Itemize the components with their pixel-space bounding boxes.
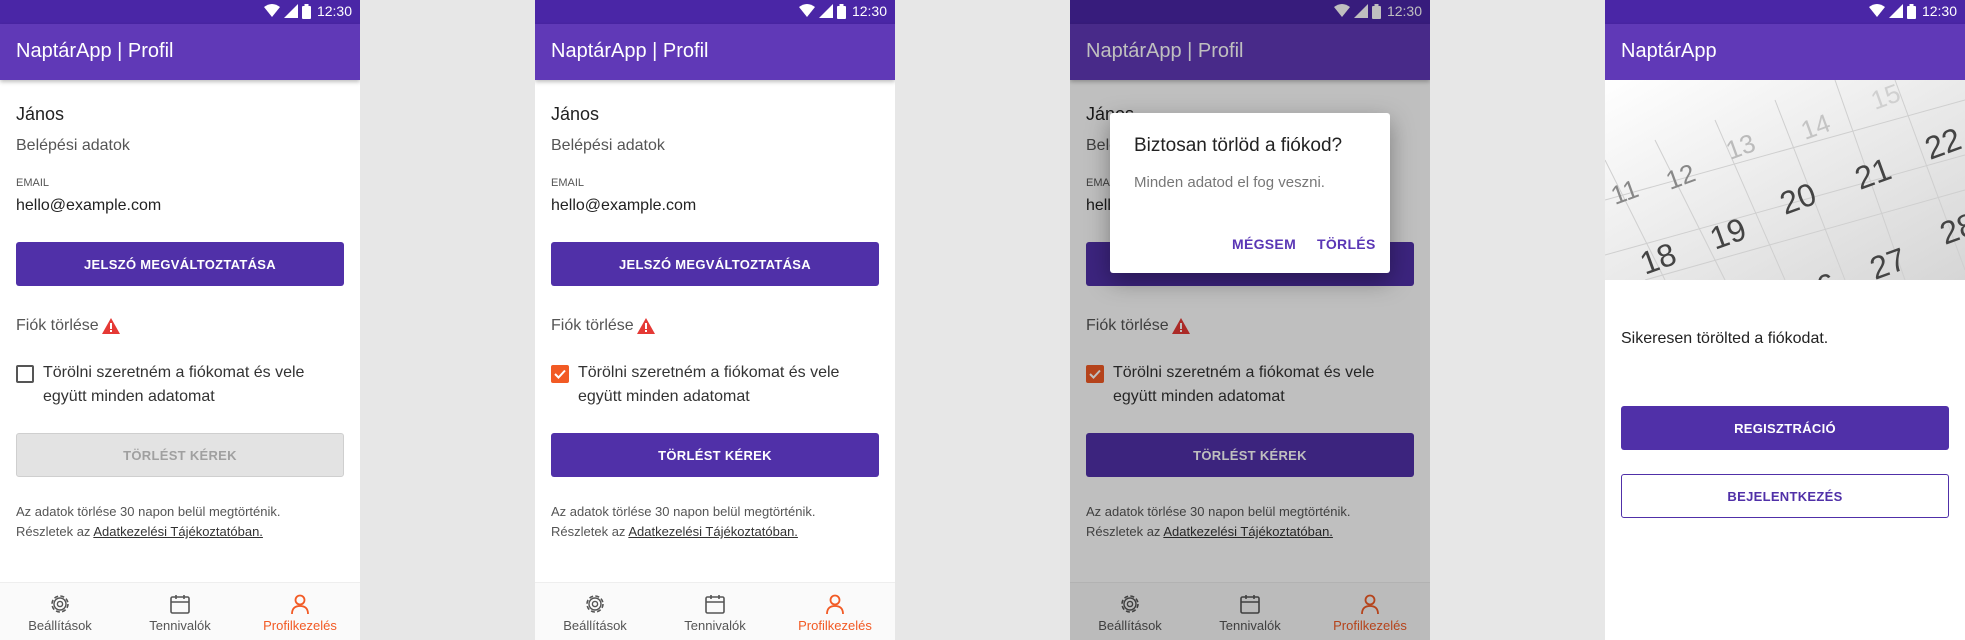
bottom-navigation: Beállítások Tennivalók Profilkezelés: [0, 582, 360, 640]
email-value: hello@example.com: [551, 197, 697, 214]
battery-icon: [1906, 3, 1916, 19]
nav-item-profile[interactable]: Profilkezelés: [240, 583, 360, 640]
signal-icon: [1888, 4, 1903, 18]
deletion-info-prefix: Részletek az: [16, 524, 94, 539]
privacy-policy-link[interactable]: Adatkezelési Tájékoztatóban.: [628, 524, 798, 539]
nav-label-profile: Profilkezelés: [798, 618, 872, 633]
gear-icon: [586, 595, 604, 613]
dialog-title: Biztosan törlöd a fiókod?: [1134, 135, 1343, 156]
dialog-cancel-button[interactable]: MÉGSEM: [1232, 236, 1296, 252]
calendar-hero-image: 11 12 13 14 15 18 19 20 21 22 26 27 28: [1605, 80, 1965, 280]
calendar-photo: 11 12 13 14 15 18 19 20 21 22 26 27 28: [1605, 80, 1965, 280]
nav-label-profile: Profilkezelés: [263, 618, 337, 633]
person-icon: [291, 594, 309, 615]
warning-icon: [101, 318, 120, 334]
nav-label-settings: Beállítások: [28, 618, 92, 633]
delete-account-title-text: Fiók törlése: [551, 317, 634, 334]
delete-confirm-checkbox[interactable]: [551, 365, 569, 383]
wifi-icon: [798, 4, 815, 17]
register-button[interactable]: REGISZTRÁCIÓ: [1621, 406, 1949, 450]
confirm-delete-dialog: Biztosan törlöd a fiókod? Minden adatod …: [1110, 113, 1390, 273]
deletion-info-line1: Az adatok törlése 30 napon belül megtört…: [16, 504, 281, 519]
deletion-success-message: Sikeresen törölted a fiókodat.: [1621, 330, 1829, 347]
email-label: EMAIL: [551, 177, 585, 189]
wifi-icon: [263, 4, 280, 17]
nav-item-profile[interactable]: Profilkezelés: [775, 583, 895, 640]
nav-label-todos: Tennivalók: [149, 618, 211, 633]
deletion-info-line1: Az adatok törlése 30 napon belül megtört…: [551, 504, 816, 519]
delete-account-title: Fiók törlése: [551, 317, 655, 335]
dialog-body: Minden adatod el fog veszni.: [1134, 174, 1325, 191]
change-password-button[interactable]: JELSZÓ MEGVÁLTOZTATÁSA: [551, 242, 879, 286]
status-time: 12:30: [316, 3, 352, 19]
checkmark-icon: [554, 369, 566, 379]
app-bar-title: NaptárApp | Profil: [16, 40, 174, 62]
nav-label-settings: Beállítások: [563, 618, 627, 633]
calendar-icon: [170, 595, 190, 614]
privacy-policy-link[interactable]: Adatkezelési Tájékoztatóban.: [93, 524, 263, 539]
user-name: János: [16, 104, 65, 124]
dialog-confirm-button[interactable]: TÖRLÉS: [1317, 236, 1376, 252]
app-bar: NaptárApp: [1605, 24, 1965, 80]
wifi-icon: [1868, 4, 1885, 17]
screen-profile-unchecked: 12:30 NaptárApp | Profil János Belépési …: [0, 0, 360, 640]
nav-item-settings[interactable]: Beállítások: [535, 583, 655, 640]
deletion-info: Az adatok törlése 30 napon belül megtört…: [551, 502, 881, 542]
signal-icon: [818, 4, 833, 18]
app-bar-title: NaptárApp: [1621, 40, 1717, 62]
delete-confirm-label: Törölni szeretném a fiókomat és vele egy…: [43, 364, 305, 405]
warning-icon: [636, 318, 655, 334]
status-time: 12:30: [851, 3, 887, 19]
dialog-scrim[interactable]: [1070, 0, 1430, 640]
deletion-info: Az adatok törlése 30 napon belül megtört…: [16, 502, 346, 542]
calendar-icon: [705, 595, 725, 614]
email-value: hello@example.com: [16, 197, 162, 214]
request-delete-button[interactable]: TÖRLÉST KÉREK: [551, 433, 879, 477]
battery-icon: [836, 3, 846, 19]
login-button[interactable]: BEJELENTKEZÉS: [1621, 474, 1949, 518]
gear-icon: [51, 595, 69, 613]
screen-delete-dialog: 12:30 NaptárApp | Profil János Belépési …: [1070, 0, 1430, 640]
nav-item-todos[interactable]: Tennivalók: [120, 583, 240, 640]
signal-icon: [283, 4, 298, 18]
delete-confirm-label: Törölni szeretném a fiókomat és vele egy…: [578, 364, 840, 405]
nav-label-todos: Tennivalók: [684, 618, 746, 633]
login-section-title: Belépési adatok: [551, 137, 665, 154]
delete-confirm-checkbox[interactable]: [16, 365, 34, 383]
status-bar: 12:30: [1605, 0, 1965, 24]
delete-account-title-text: Fiók törlése: [16, 317, 99, 334]
change-password-button[interactable]: JELSZÓ MEGVÁLTOZTATÁSA: [16, 242, 344, 286]
status-time: 12:30: [1921, 3, 1957, 19]
app-bar: NaptárApp | Profil: [535, 24, 895, 80]
request-delete-button[interactable]: TÖRLÉST KÉREK: [16, 433, 344, 477]
screen-profile-checked: 12:30 NaptárApp | Profil János Belépési …: [535, 0, 895, 640]
deletion-info-prefix: Részletek az: [551, 524, 629, 539]
nav-item-settings[interactable]: Beállítások: [0, 583, 120, 640]
user-name: János: [551, 104, 600, 124]
person-icon: [826, 594, 844, 615]
nav-item-todos[interactable]: Tennivalók: [655, 583, 775, 640]
bottom-navigation: Beállítások Tennivalók Profilkezelés: [535, 582, 895, 640]
email-label: EMAIL: [16, 177, 50, 189]
battery-icon: [301, 3, 311, 19]
screen-account-deleted: 12:30 NaptárApp 11 12 13 14 15 18 19 20 …: [1605, 0, 1965, 640]
login-section-title: Belépési adatok: [16, 137, 130, 154]
status-bar: 12:30: [535, 0, 895, 24]
app-bar: NaptárApp | Profil: [0, 24, 360, 80]
app-bar-title: NaptárApp | Profil: [551, 40, 709, 62]
status-bar: 12:30: [0, 0, 360, 24]
delete-account-title: Fiók törlése: [16, 317, 120, 335]
